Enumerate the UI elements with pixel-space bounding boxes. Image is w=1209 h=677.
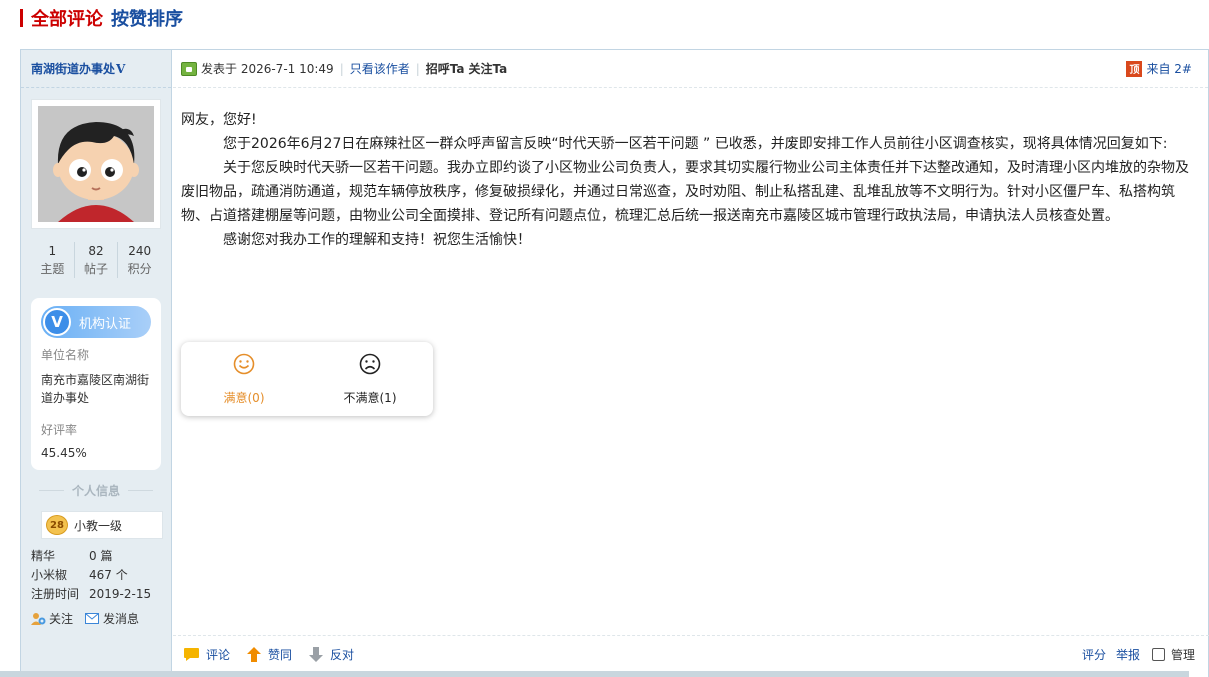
meta-value: 2019-2-15 <box>89 587 152 601</box>
post-meta-bar: 发表于 2026-7-1 10:49 | 只看该作者 | 招呼Ta 关注Ta 顶… <box>173 50 1208 88</box>
verified-v-icon: V <box>43 308 71 336</box>
author-meta: 精华 0 篇 小米椒 467 个 注册时间 2019-2-15 <box>31 547 151 604</box>
body-paragraph: 您于2026年6月27日在麻辣社区一群众呼声留言反映“时代天骄一区若干问题 ” … <box>223 136 1168 152</box>
rate-link[interactable]: 评分 <box>1082 646 1106 663</box>
post-online-icon <box>181 61 197 76</box>
body-paragraph: 感谢您对我办工作的理解和支持！祝您生活愉快！ <box>223 232 531 248</box>
author-name-row: 南湖街道办事处 V <box>21 50 171 88</box>
all-comments-title[interactable]: 全部评论 <box>31 5 103 31</box>
satisfied-label: 满意(0) <box>223 390 265 405</box>
arrow-down-icon <box>309 647 324 662</box>
greet-ta-link[interactable]: 招呼Ta <box>426 60 465 77</box>
separator: | <box>339 61 344 76</box>
manage-checkbox[interactable] <box>1151 648 1165 661</box>
avatar-cartoon-icon <box>38 106 154 222</box>
stat-posts-label: 帖子 <box>84 262 109 276</box>
avatar[interactable] <box>31 99 161 229</box>
separator: | <box>415 61 420 76</box>
envelope-icon <box>85 613 100 624</box>
comment-button[interactable]: 评论 <box>183 646 230 663</box>
stat-topics-num: 1 <box>48 244 57 258</box>
upvote-label: 赞同 <box>268 648 293 662</box>
header-accent-bar <box>20 9 23 27</box>
posted-time: 发表于 2026-7-1 10:49 <box>201 62 334 76</box>
comment-post: 南湖街道办事处 V 1 主题 82 帖子 240 积分 V 机构认证 单位名称 … <box>20 49 1209 677</box>
send-message-button[interactable]: 发消息 <box>85 610 139 627</box>
upvote-button[interactable]: 赞同 <box>246 646 292 663</box>
author-actions: 关注 发消息 <box>31 610 151 627</box>
author-name-link[interactable]: 南湖街道办事处 <box>31 60 115 77</box>
unsatisfied-label: 不满意(1) <box>343 390 397 405</box>
unit-name-label: 单位名称 <box>41 348 90 362</box>
author-stats: 1 主题 82 帖子 240 积分 <box>31 242 161 278</box>
post-actions-bar: 评论 赞同 反对 评分 举报 管理 <box>173 635 1209 673</box>
floor-number[interactable]: 来自 2# <box>1146 60 1192 77</box>
follow-user-icon <box>31 613 46 625</box>
avatar-image <box>38 106 154 222</box>
verification-card: V 机构认证 单位名称 南充市嘉陵区南湖街道办事处 好评率 45.45% <box>31 298 161 470</box>
frown-icon <box>359 353 381 374</box>
meta-key: 精华 <box>31 549 56 563</box>
meta-value: 467 个 <box>89 568 128 582</box>
follow-ta-link[interactable]: 关注Ta <box>469 60 508 77</box>
manage-label: 管理 <box>1170 648 1195 662</box>
comment-icon <box>184 648 199 661</box>
personal-info-divider: 个人信息 <box>31 482 161 499</box>
reaction-panel: 满意(0) 不满意(1) <box>181 342 433 416</box>
user-level[interactable]: 28 小教一级 <box>41 511 163 539</box>
send-message-label: 发消息 <box>103 612 140 626</box>
stat-points[interactable]: 240 积分 <box>118 242 161 278</box>
meta-key: 小米椒 <box>31 568 68 582</box>
personal-info-label: 个人信息 <box>72 484 121 498</box>
verified-v-icon: V <box>116 61 126 76</box>
level-badge-icon: 28 <box>46 515 68 535</box>
org-verified-badge: V 机构认证 <box>41 306 151 338</box>
stat-points-num: 240 <box>128 244 152 258</box>
only-author-link[interactable]: 只看该作者 <box>350 60 410 77</box>
stat-topics[interactable]: 1 主题 <box>31 242 75 278</box>
author-sidebar: 南湖街道办事处 V 1 主题 82 帖子 240 积分 V 机构认证 单位名称 … <box>20 50 172 677</box>
org-verified-label: 机构认证 <box>79 316 132 332</box>
meta-row: 注册时间 2019-2-15 <box>31 585 151 604</box>
top-badge-icon[interactable]: 顶 <box>1126 60 1143 77</box>
sort-by-likes-link[interactable]: 按赞排序 <box>111 5 183 31</box>
meta-row: 小米椒 467 个 <box>31 566 151 585</box>
post-content: 发表于 2026-7-1 10:49 | 只看该作者 | 招呼Ta 关注Ta 顶… <box>173 50 1209 677</box>
body-paragraph: 关于您反映时代天骄一区若干问题。我办立即约谈了小区物业公司负责人，要求其切实履行… <box>181 160 1189 224</box>
meta-value: 0 篇 <box>89 549 113 563</box>
stat-posts-num: 82 <box>88 244 104 258</box>
rating-label: 好评率 <box>41 423 78 437</box>
follow-label: 关注 <box>49 612 74 626</box>
unsatisfied-button[interactable]: 不满意(1) <box>307 342 433 416</box>
stat-posts[interactable]: 82 帖子 <box>75 242 119 278</box>
post-body: 网友，您好! 您于2026年6月27日在麻辣社区一群众呼声留言反映“时代天骄一区… <box>181 108 1199 252</box>
satisfied-button[interactable]: 满意(0) <box>181 342 307 416</box>
rating-value: 45.45% <box>41 446 87 460</box>
stat-topics-label: 主题 <box>40 262 65 276</box>
smile-icon <box>233 353 255 374</box>
meta-key: 注册时间 <box>31 587 80 601</box>
next-post-divider <box>0 671 1189 677</box>
oppose-label: 反对 <box>330 648 355 662</box>
unit-name-value: 南充市嘉陵区南湖街道办事处 <box>41 373 150 405</box>
follow-button[interactable]: 关注 <box>31 610 73 627</box>
level-text: 小教一级 <box>74 518 123 533</box>
comment-label: 评论 <box>206 648 231 662</box>
meta-row: 精华 0 篇 <box>31 547 151 566</box>
greeting-line: 网友，您好! <box>181 112 257 128</box>
arrow-up-icon <box>247 647 262 662</box>
comments-header: 全部评论 按赞排序 <box>20 4 183 32</box>
stat-points-label: 积分 <box>127 262 152 276</box>
oppose-button[interactable]: 反对 <box>308 646 354 663</box>
report-link[interactable]: 举报 <box>1116 646 1140 663</box>
